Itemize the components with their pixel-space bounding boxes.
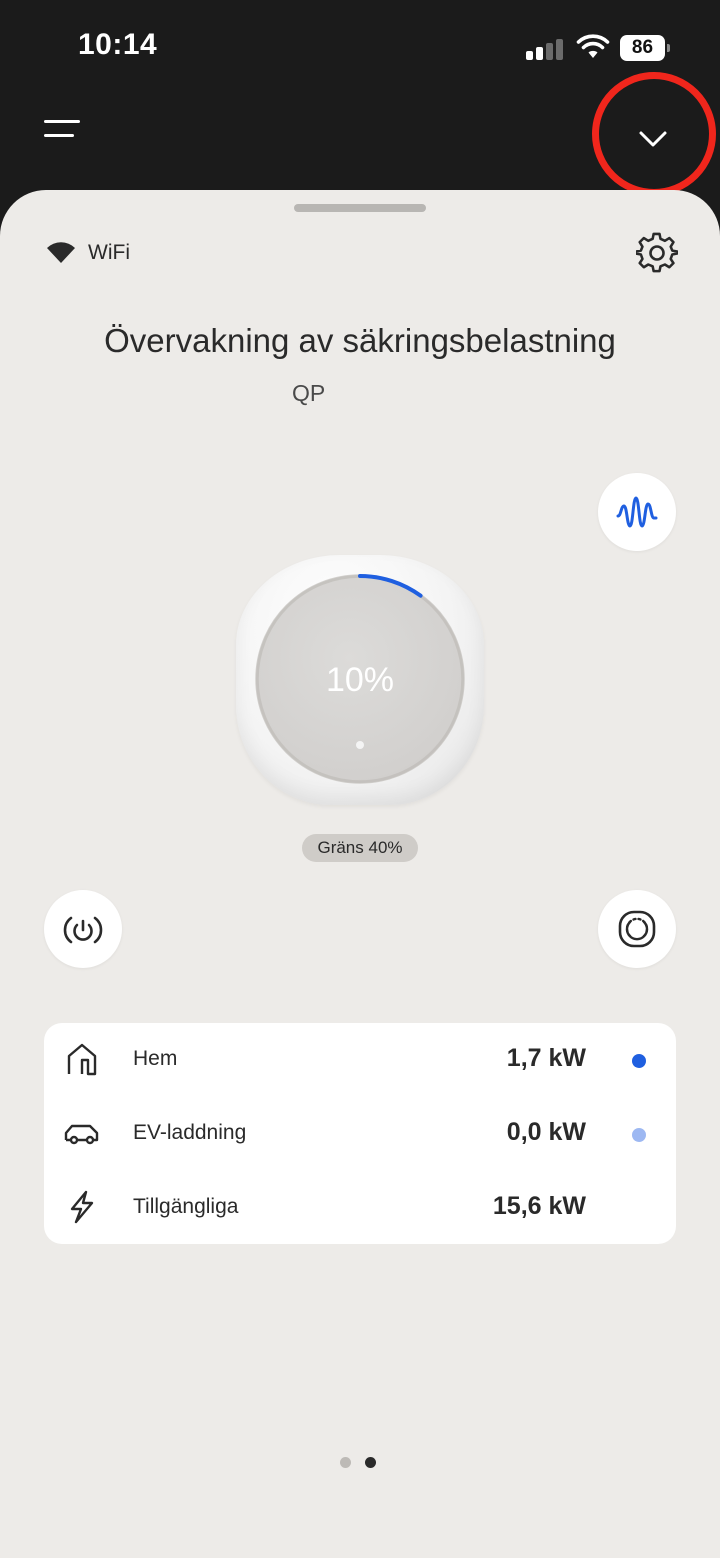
cellular-signal-icon <box>526 38 564 60</box>
page-indicator <box>340 1457 376 1468</box>
device-sheet: WiFi Övervakning av säkringsbelastning Q… <box>0 190 720 1558</box>
lightning-icon <box>70 1190 94 1224</box>
power-row-value: 0,0 kW <box>506 1118 586 1146</box>
power-signal-icon <box>63 916 103 944</box>
waveform-icon <box>616 496 658 528</box>
device-name: QP <box>292 380 326 406</box>
load-percent: 10% <box>325 660 395 699</box>
chevron-down-icon[interactable] <box>620 104 686 170</box>
indicator-light <box>356 741 364 749</box>
connection-status: WiFi <box>46 240 130 266</box>
series-dot-home <box>632 1054 646 1068</box>
series-dot-ev <box>632 1128 646 1142</box>
hamburger-menu-icon[interactable] <box>44 118 82 144</box>
status-bar: 10:14 86 <box>0 0 720 96</box>
car-icon <box>64 1124 99 1145</box>
power-row-label: EV-laddning <box>133 1121 247 1144</box>
wifi-icon <box>47 242 75 263</box>
limit-badge: Gräns 40% <box>302 834 418 862</box>
power-summary-card: Hem 1,7 kW EV-laddning 0,0 kW Tillgängli… <box>44 1023 676 1244</box>
gear-icon[interactable] <box>636 232 678 274</box>
power-row-value: 1,7 kW <box>506 1044 586 1072</box>
battery-indicator: 86 <box>620 35 670 61</box>
wifi-status-icon <box>576 34 610 58</box>
page-dot[interactable] <box>365 1457 376 1468</box>
device-button[interactable] <box>598 890 676 968</box>
drag-handle[interactable] <box>294 204 426 212</box>
power-row-available[interactable]: Tillgängliga 15,6 kW <box>44 1171 676 1245</box>
waveform-button[interactable] <box>598 473 676 551</box>
power-row-ev[interactable]: EV-laddning 0,0 kW <box>44 1097 676 1171</box>
page-title: Övervakning av säkringsbelastning <box>104 322 616 359</box>
connection-label: WiFi <box>88 241 130 264</box>
load-monitor-device: 10% <box>236 555 484 805</box>
page-dot[interactable] <box>340 1457 351 1468</box>
home-icon <box>67 1043 97 1076</box>
power-row-home[interactable]: Hem 1,7 kW <box>44 1023 676 1097</box>
power-row-label: Tillgängliga <box>133 1195 239 1218</box>
power-row-label: Hem <box>133 1047 178 1070</box>
status-time: 10:14 <box>78 28 158 61</box>
power-row-value: 15,6 kW <box>492 1192 586 1220</box>
battery-level: 86 <box>620 35 665 61</box>
device-ring-icon <box>618 910 656 948</box>
power-button[interactable] <box>44 890 122 968</box>
